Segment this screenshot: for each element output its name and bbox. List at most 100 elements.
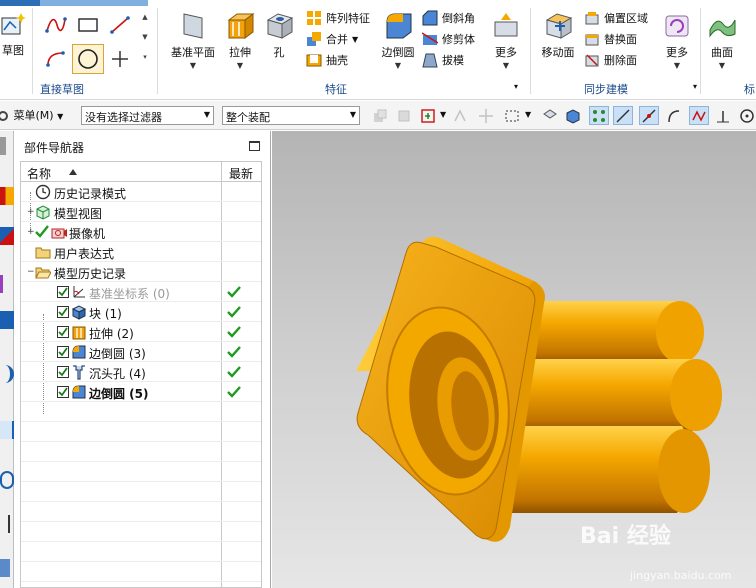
snap-curve-button[interactable] xyxy=(664,106,684,125)
tree-row-model-views[interactable]: + 模型视图 xyxy=(21,202,261,222)
assembly-scope-dropdown[interactable]: 整个装配 ▼ xyxy=(222,106,360,125)
snap-point-button[interactable] xyxy=(450,106,470,125)
clock-icon xyxy=(35,184,51,200)
graphics-viewport[interactable] xyxy=(272,131,756,588)
resource-clock-icon[interactable] xyxy=(0,471,14,489)
resource-bar xyxy=(0,131,14,588)
rectangle-select-icon xyxy=(505,110,519,121)
trim-body-icon xyxy=(422,32,438,45)
maximize-icon[interactable] xyxy=(249,141,260,151)
tree-row-datum-csys[interactable]: 基准坐标系 (0) xyxy=(21,282,261,302)
tree-row-edge-blend[interactable]: 边倒圆 (3) xyxy=(21,342,261,362)
sketch-button[interactable]: 草图 xyxy=(0,10,26,58)
replace-face-button[interactable]: 替换面 xyxy=(584,29,637,49)
visibility-checkbox[interactable] xyxy=(57,306,69,318)
folder-icon xyxy=(35,247,51,259)
tree-row-extrude[interactable]: 拉伸 (2) xyxy=(21,322,261,342)
assembly-filter-button[interactable] xyxy=(370,106,390,125)
line-button[interactable] xyxy=(104,12,136,38)
edge-blend-button[interactable]: 边倒圆 ▼ xyxy=(378,10,418,70)
pattern-feature-button[interactable]: 阵列特征 xyxy=(306,8,370,28)
move-handle-button[interactable] xyxy=(476,106,496,125)
visibility-checkbox[interactable] xyxy=(57,386,69,398)
column-name-header[interactable]: 名称 xyxy=(27,165,51,182)
draft-button[interactable]: 拔模 xyxy=(422,50,464,70)
part-model[interactable] xyxy=(272,131,756,588)
more-feature-button[interactable]: 更多 ▼ xyxy=(488,10,524,70)
visibility-checkbox[interactable] xyxy=(57,366,69,378)
move-face-button[interactable]: 移动面 xyxy=(538,10,578,60)
camera-icon xyxy=(51,228,67,239)
feature-group-expand-icon[interactable]: ▾ xyxy=(514,82,518,91)
more-sync-button[interactable]: 更多 ▼ xyxy=(662,10,692,70)
point-button[interactable] xyxy=(104,46,136,72)
tree-row-camera[interactable]: + 摄像机 xyxy=(21,222,261,242)
selection-filter-dropdown[interactable]: 没有选择过滤器 ▼ xyxy=(81,106,214,125)
draft-label: 拔模 xyxy=(442,54,464,67)
sync-group-expand-icon[interactable]: ▾ xyxy=(693,82,697,91)
circle-button[interactable] xyxy=(72,44,104,74)
navigator-tree: 名称 最新 历史记录模式 + 模型视图 + 摄像机 用户表达式 − 模型历史记录… xyxy=(20,161,262,588)
resource-tool-icon[interactable] xyxy=(0,515,10,533)
expand-plus-icon[interactable]: + xyxy=(27,228,35,237)
tree-row-history-mode[interactable]: 历史记录模式 xyxy=(21,182,261,202)
surface-label: 曲面 xyxy=(711,46,733,59)
shell-button[interactable]: 抽壳 xyxy=(306,50,348,70)
resource-web-icon[interactable] xyxy=(0,365,14,383)
resource-part-icon[interactable] xyxy=(0,311,14,329)
menu-button[interactable]: 菜单(M) ▼ xyxy=(0,107,63,123)
chevron-down-icon[interactable]: ▼ xyxy=(440,110,446,119)
spline-button[interactable] xyxy=(40,12,72,38)
trim-body-button[interactable]: 修剪体 xyxy=(422,29,475,49)
tree-row-user-expressions[interactable]: 用户表达式 xyxy=(21,242,261,262)
hole-button[interactable]: 孔 xyxy=(262,10,296,60)
resource-constraint-icon[interactable] xyxy=(0,227,14,245)
chevron-down-icon: ▼ xyxy=(394,61,402,70)
body-select-button[interactable] xyxy=(563,106,583,125)
latest-check-icon xyxy=(227,386,241,398)
visibility-checkbox[interactable] xyxy=(57,286,69,298)
resource-assembly-icon[interactable] xyxy=(0,187,14,205)
sketch-gallery-scroll[interactable]: ▲ ▼ ▾ xyxy=(140,12,150,72)
snap-endpoint-button[interactable] xyxy=(589,106,609,125)
snap-tangent-button[interactable] xyxy=(713,106,733,125)
draft-icon xyxy=(422,53,438,68)
tree-row-block[interactable]: 块 (1) xyxy=(21,302,261,322)
resource-role-icon[interactable] xyxy=(0,559,10,577)
rectangle-button[interactable] xyxy=(72,12,104,38)
tree-row-label: 沉头孔 (4) xyxy=(89,367,146,381)
unite-button[interactable]: 合并 ▼ xyxy=(306,29,358,49)
extrude-button[interactable]: 拉伸 ▼ xyxy=(222,10,258,70)
visibility-checkbox[interactable] xyxy=(57,326,69,338)
snap-midpoint-button[interactable] xyxy=(639,106,659,125)
visibility-checkbox[interactable] xyxy=(57,346,69,358)
arc-button[interactable] xyxy=(40,46,72,72)
tree-row-edge-blend-current[interactable]: 边倒圆 (5) xyxy=(21,382,261,402)
resource-document-icon[interactable] xyxy=(0,421,14,439)
resource-gear-icon[interactable] xyxy=(0,137,6,155)
tree-row-model-history[interactable]: − 模型历史记录 xyxy=(21,262,261,282)
delete-face-label: 删除面 xyxy=(604,54,637,67)
chamfer-button[interactable]: 倒斜角 xyxy=(422,8,475,28)
chevron-down-icon[interactable]: ▼ xyxy=(525,110,531,119)
column-latest-header[interactable]: 最新 xyxy=(229,165,253,182)
tree-row-empty xyxy=(21,482,261,502)
expand-plus-icon[interactable]: + xyxy=(27,208,35,217)
collapse-minus-icon[interactable]: − xyxy=(27,268,35,277)
delete-face-button[interactable]: 删除面 xyxy=(584,50,637,70)
resource-history-icon[interactable] xyxy=(0,275,14,293)
snap-line-button[interactable] xyxy=(613,106,633,125)
snap-intersection-button[interactable] xyxy=(689,106,709,125)
face-select-button[interactable] xyxy=(540,106,560,125)
rectangle-select-button[interactable] xyxy=(502,106,522,125)
sort-ascending-icon[interactable] xyxy=(69,169,77,175)
tree-header: 名称 最新 xyxy=(21,162,261,182)
snap-center-button[interactable] xyxy=(737,106,756,125)
surface-button[interactable]: 曲面 ▼ xyxy=(704,10,740,70)
tree-row-counterbore-hole[interactable]: 沉头孔 (4) xyxy=(21,362,261,382)
offset-region-button[interactable]: 偏置区域 xyxy=(584,8,648,28)
select-all-button[interactable] xyxy=(418,106,438,125)
component-filter-button[interactable] xyxy=(394,106,414,125)
datum-plane-button[interactable]: 基准平面 ▼ xyxy=(168,10,218,70)
ribbon-tab-strip xyxy=(0,0,40,6)
